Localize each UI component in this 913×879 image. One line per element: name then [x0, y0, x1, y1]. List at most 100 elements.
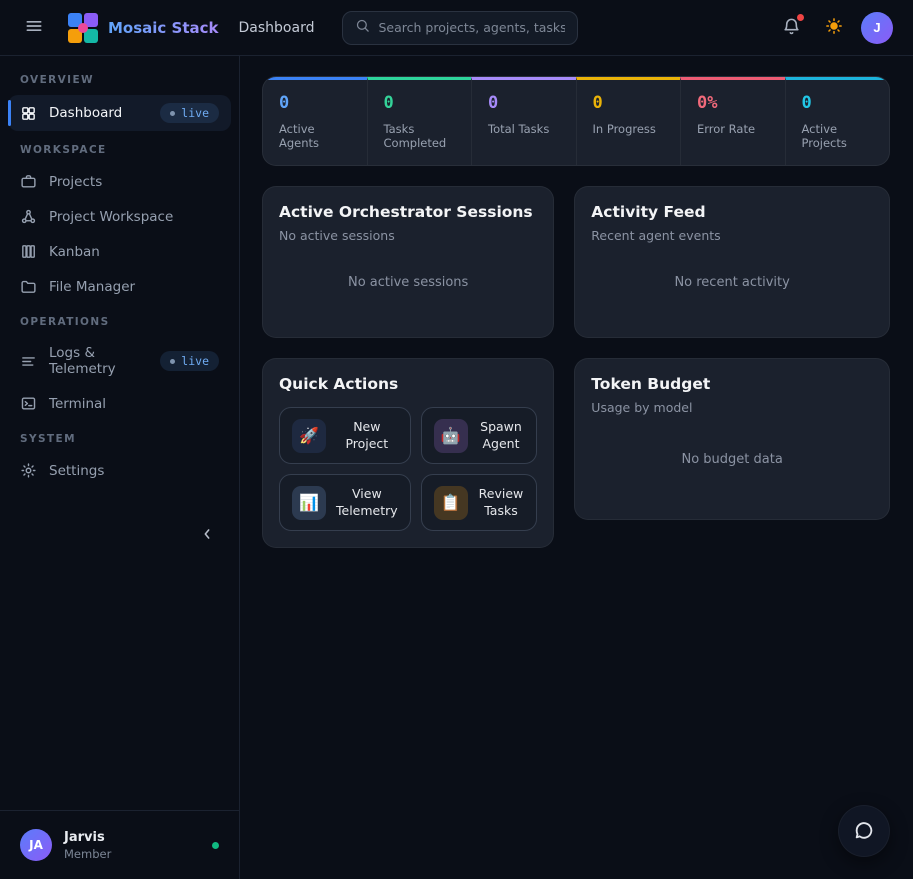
hamburger-icon — [24, 16, 44, 39]
live-dot-icon — [170, 359, 175, 364]
topbar-actions: J — [776, 11, 893, 45]
online-status-dot — [212, 842, 219, 849]
card-title: Token Budget — [591, 375, 873, 393]
empty-state: No recent activity — [591, 243, 873, 321]
empty-state: No budget data — [591, 415, 873, 503]
kanban-columns-icon — [20, 243, 37, 260]
card-title: Activity Feed — [591, 203, 873, 221]
stats-row: 0 Active Agents 0 Tasks Completed 0 Tota… — [262, 76, 890, 166]
stat-label: In Progress — [593, 122, 665, 136]
stat-value: 0% — [697, 93, 769, 113]
sidebar-item-label: Settings — [49, 463, 104, 479]
robot-icon: 🤖 — [434, 419, 468, 453]
stat-total-tasks: 0 Total Tasks — [471, 77, 576, 165]
clipboard-icon: 📋 — [434, 486, 468, 520]
stat-value: 0 — [488, 93, 560, 113]
sidebar-item-terminal[interactable]: Terminal — [8, 387, 231, 420]
rocket-icon: 🚀 — [292, 419, 326, 453]
breadcrumb: Dashboard — [239, 20, 315, 36]
sidebar-item-projects[interactable]: Projects — [8, 165, 231, 198]
briefcase-icon — [20, 173, 37, 190]
bar-chart-icon: 📊 — [292, 486, 326, 520]
user-role: Member — [64, 847, 111, 861]
sidebar-item-kanban[interactable]: Kanban — [8, 235, 231, 268]
card-title: Quick Actions — [279, 375, 537, 393]
stat-label: Error Rate — [697, 122, 769, 136]
stat-value: 0 — [593, 93, 665, 113]
new-project-button[interactable]: 🚀 New Project — [279, 407, 411, 464]
live-badge: live — [160, 103, 219, 123]
sidebar-collapse-button[interactable] — [195, 522, 219, 549]
cards-row-2: Quick Actions 🚀 New Project 🤖 Spawn Agen… — [262, 358, 890, 548]
top-bar: Mosaic Stack Dashboard J — [0, 0, 913, 56]
card-title: Active Orchestrator Sessions — [279, 203, 537, 221]
card-subtitle: No active sessions — [279, 228, 537, 243]
quick-actions-card: Quick Actions 🚀 New Project 🤖 Spawn Agen… — [262, 358, 554, 548]
sidebar: OVERVIEW Dashboard live WORKSPACE Projec… — [0, 56, 240, 879]
stat-label: Tasks Completed — [384, 122, 456, 150]
sidebar-item-dashboard[interactable]: Dashboard live — [8, 95, 231, 131]
stat-active-projects: 0 Active Projects — [785, 77, 890, 165]
sidebar-item-label: Dashboard — [49, 105, 122, 121]
notification-dot — [797, 14, 804, 21]
stat-label: Total Tasks — [488, 122, 560, 136]
search-icon — [355, 18, 370, 37]
stat-value: 0 — [279, 93, 351, 113]
stat-value: 0 — [802, 93, 874, 113]
user-avatar-initials: JA — [20, 829, 52, 861]
hamburger-menu-button[interactable] — [18, 10, 50, 45]
sidebar-item-label: File Manager — [49, 279, 135, 295]
folder-icon — [20, 278, 37, 295]
stat-tasks-completed: 0 Tasks Completed — [367, 77, 472, 165]
sun-icon — [825, 17, 843, 38]
chevron-left-icon — [199, 526, 215, 545]
search-input[interactable] — [378, 20, 565, 35]
sidebar-item-settings[interactable]: Settings — [8, 454, 231, 487]
sidebar-item-label: Terminal — [49, 396, 106, 412]
sidebar-item-logs-telemetry[interactable]: Logs & Telemetry live — [8, 337, 231, 385]
card-subtitle: Usage by model — [591, 400, 873, 415]
empty-state: No active sessions — [279, 243, 537, 321]
log-lines-icon — [20, 353, 37, 370]
sidebar-item-label: Logs & Telemetry — [49, 345, 148, 377]
action-label: New Project — [336, 419, 398, 453]
stat-value: 0 — [384, 93, 456, 113]
view-telemetry-button[interactable]: 📊 View Telemetry — [279, 474, 411, 531]
global-search — [342, 11, 578, 45]
action-label: Spawn Agent — [478, 419, 525, 453]
user-profile[interactable]: JA Jarvis Member — [0, 810, 239, 879]
theme-toggle-button[interactable] — [819, 11, 849, 44]
sidebar-item-label: Projects — [49, 174, 102, 190]
user-avatar[interactable]: J — [861, 12, 893, 44]
mosaic-logo-icon — [68, 13, 98, 43]
gear-icon — [20, 462, 37, 479]
live-badge: live — [160, 351, 219, 371]
sidebar-item-label: Kanban — [49, 244, 100, 260]
stat-in-progress: 0 In Progress — [576, 77, 681, 165]
quick-actions-grid: 🚀 New Project 🤖 Spawn Agent 📊 View Telem… — [279, 407, 537, 531]
notifications-button[interactable] — [776, 11, 807, 45]
sessions-card: Active Orchestrator Sessions No active s… — [262, 186, 554, 338]
activity-feed-card: Activity Feed Recent agent events No rec… — [574, 186, 890, 338]
section-label-workspace: WORKSPACE — [0, 132, 239, 164]
user-name: Jarvis — [64, 830, 111, 845]
sidebar-item-file-manager[interactable]: File Manager — [8, 270, 231, 303]
stat-error-rate: 0% Error Rate — [680, 77, 785, 165]
stat-active-agents: 0 Active Agents — [263, 77, 367, 165]
chat-fab-button[interactable] — [838, 805, 890, 857]
cards-row-1: Active Orchestrator Sessions No active s… — [262, 186, 890, 338]
chat-bubble-icon — [853, 819, 875, 844]
terminal-icon — [20, 395, 37, 412]
brand-title: Mosaic Stack — [108, 19, 219, 37]
spawn-agent-button[interactable]: 🤖 Spawn Agent — [421, 407, 538, 464]
action-label: Review Tasks — [478, 486, 525, 520]
token-budget-card: Token Budget Usage by model No budget da… — [574, 358, 890, 520]
sidebar-item-project-workspace[interactable]: Project Workspace — [8, 200, 231, 233]
action-label: View Telemetry — [336, 486, 398, 520]
brand[interactable]: Mosaic Stack — [68, 13, 219, 43]
main-content: 0 Active Agents 0 Tasks Completed 0 Tota… — [240, 56, 913, 879]
section-label-overview: OVERVIEW — [0, 62, 239, 94]
live-dot-icon — [170, 111, 175, 116]
nodes-icon — [20, 208, 37, 225]
review-tasks-button[interactable]: 📋 Review Tasks — [421, 474, 538, 531]
